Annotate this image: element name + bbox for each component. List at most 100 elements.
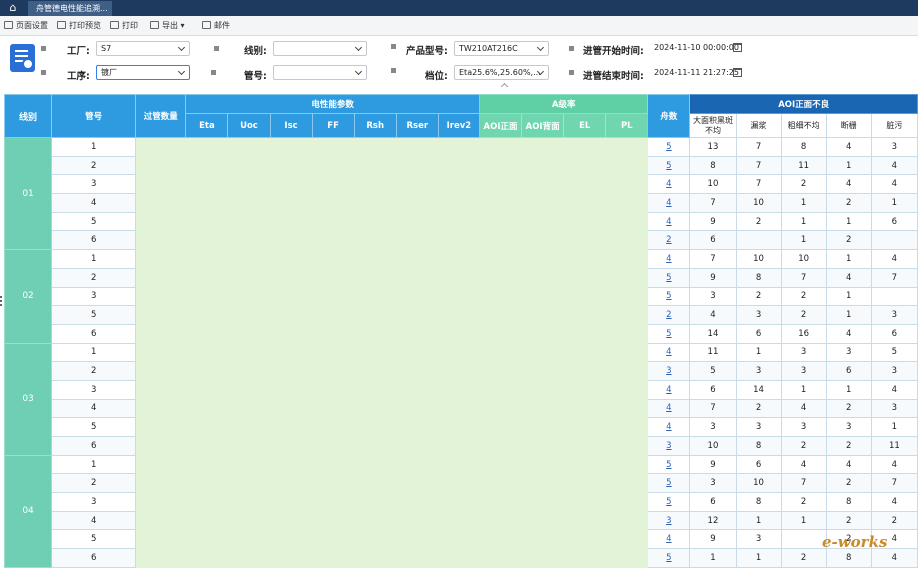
calendar-icon[interactable] — [733, 68, 742, 77]
boat-count-link[interactable]: 5 — [647, 323, 691, 344]
print-preview-button[interactable]: 打印预览 — [57, 16, 101, 36]
process-select[interactable]: 镀厂 — [96, 65, 190, 80]
tube-cell: 4 — [51, 398, 137, 419]
start-time-input[interactable]: 2024-11-10 00:00:00 — [654, 43, 739, 52]
boat-count-link[interactable]: 2 — [647, 305, 691, 325]
table-row[interactable]: 3 4 6 14 1 1 4 — [5, 379, 918, 400]
table-row[interactable]: 03 1 4 11 1 3 3 5 — [4, 342, 918, 456]
resize-handle[interactable] — [0, 296, 2, 306]
column-header-aoi[interactable]: 断栅 — [825, 113, 872, 138]
column-header-line[interactable]: 线别 — [4, 94, 53, 138]
mail-button[interactable]: 邮件 — [202, 16, 230, 36]
print-button[interactable]: 打印 — [110, 16, 138, 36]
blurred-value-cell — [269, 398, 313, 419]
table-row[interactable]: 04 1 5 9 6 4 4 4 — [4, 454, 918, 568]
table-row[interactable]: 2353363 — [5, 361, 918, 381]
boat-count-link[interactable]: 4 — [647, 529, 691, 550]
blurred-value-cell — [227, 323, 271, 344]
table-row[interactable]: 2598747 — [5, 267, 918, 288]
boat-count-link[interactable]: 3 — [647, 510, 691, 531]
boat-count-link[interactable]: 3 — [647, 436, 691, 456]
table-row[interactable]: 62612 — [5, 230, 918, 251]
table-row[interactable]: 5433331 — [5, 417, 918, 437]
blurred-value-cell — [353, 454, 397, 475]
table-row[interactable]: 2 5 8 7 11 1 4 — [5, 155, 918, 176]
blurred-value-cell — [395, 492, 439, 512]
column-header-boat-count[interactable]: 舟数 — [647, 94, 691, 138]
table-row[interactable]: 549324 — [5, 529, 918, 550]
blurred-value-cell — [353, 417, 397, 437]
home-icon[interactable]: ⌂ — [0, 0, 26, 16]
column-header-pass-count[interactable]: 过管数量 — [135, 94, 187, 138]
table-row[interactable]: 4 4 7 10 1 2 1 — [5, 193, 918, 213]
boat-count-link[interactable]: 4 — [647, 342, 691, 363]
tube-select[interactable] — [273, 65, 367, 80]
boat-count-link[interactable]: 5 — [647, 473, 691, 494]
page-setup-button[interactable]: 页面设置 — [4, 16, 48, 36]
column-header-electrical[interactable]: Irev2 — [437, 113, 480, 138]
tab-report[interactable]: 舟管德电性能追溯... — [28, 1, 112, 16]
table-row[interactable]: 4472423 — [5, 398, 918, 419]
table-row[interactable]: 6511284 — [5, 548, 918, 568]
column-header-electrical[interactable]: FF — [311, 113, 355, 138]
model-select[interactable]: TW210AT216C — [454, 41, 549, 56]
column-header-a-rate[interactable]: PL — [605, 113, 649, 138]
aoi-defect-cell: 2 — [825, 473, 872, 494]
aoi-defect-cell: 1 — [825, 249, 872, 269]
factory-select[interactable]: S7 — [96, 41, 190, 56]
table-row[interactable]: 01 1 5 13 7 8 4 3 — [4, 136, 918, 251]
column-header-a-rate[interactable]: AOI正面 — [478, 113, 523, 138]
table-row[interactable]: 6 3 10 8 2 2 11 — [5, 436, 918, 456]
boat-count-link[interactable]: 4 — [647, 417, 691, 437]
boat-count-link[interactable]: 2 — [647, 230, 691, 251]
mail-icon — [202, 21, 211, 29]
column-header-electrical[interactable]: Isc — [269, 113, 313, 138]
aoi-defect-cell: 14 — [689, 323, 737, 344]
aoi-defect-cell: 4 — [825, 267, 872, 288]
boat-count-link[interactable]: 5 — [647, 137, 691, 157]
end-time-input[interactable]: 2024-11-11 21:27:25 — [654, 68, 739, 77]
column-header-tube[interactable]: 管号 — [51, 94, 137, 138]
column-header-electrical[interactable]: Rser — [395, 113, 439, 138]
boat-count-link[interactable]: 5 — [647, 155, 691, 176]
boat-count-link[interactable]: 5 — [647, 492, 691, 512]
column-header-electrical[interactable]: Eta — [185, 113, 229, 138]
table-row[interactable]: 5243213 — [5, 305, 918, 325]
column-header-a-rate[interactable]: EL — [563, 113, 607, 138]
column-header-aoi[interactable]: 漏浆 — [735, 113, 782, 138]
column-header-a-rate[interactable]: AOI背面 — [521, 113, 565, 138]
table-row[interactable]: 353221 — [5, 286, 918, 307]
column-header-aoi[interactable]: 粗细不均 — [780, 113, 827, 138]
column-header-electrical[interactable]: Uoc — [227, 113, 271, 138]
aoi-defect-cell: 3 — [825, 417, 872, 437]
line-select[interactable] — [273, 41, 367, 56]
boat-count-link[interactable]: 4 — [647, 398, 691, 419]
table-row[interactable]: 02 1 4 7 10 10 1 4 — [4, 249, 918, 344]
table-row[interactable]: 4 3 12 1 1 2 2 — [5, 510, 918, 531]
column-header-aoi[interactable]: 大面积黑斑不均 — [689, 113, 737, 138]
blurred-value-cell — [605, 492, 649, 512]
boat-count-link[interactable]: 4 — [647, 174, 691, 195]
boat-count-link[interactable]: 4 — [647, 193, 691, 213]
table-row[interactable]: 5492116 — [5, 211, 918, 232]
boat-count-link[interactable]: 4 — [647, 249, 691, 269]
table-row[interactable]: 6 5 14 6 16 4 6 — [5, 323, 918, 344]
grade-select[interactable]: Eta25.6%,25.60%,... — [454, 65, 549, 80]
column-header-aoi[interactable]: 脏污 — [870, 113, 918, 138]
boat-count-link[interactable]: 5 — [647, 286, 691, 307]
boat-count-link[interactable]: 5 — [647, 548, 691, 568]
table-row[interactable]: 3568284 — [5, 492, 918, 512]
boat-count-link[interactable]: 4 — [647, 211, 691, 232]
table-row[interactable]: 2 5 3 10 7 2 7 — [5, 473, 918, 494]
boat-count-link[interactable]: 3 — [647, 361, 691, 381]
aoi-defect-cell: 10 — [689, 174, 737, 195]
boat-count-link[interactable]: 5 — [647, 267, 691, 288]
export-button[interactable]: 导出 ▾ — [150, 16, 185, 36]
boat-count-link[interactable]: 5 — [647, 454, 691, 475]
column-header-electrical[interactable]: Rsh — [353, 113, 397, 138]
start-time-label: 进管开始时间: — [583, 46, 644, 57]
boat-count-link[interactable]: 4 — [647, 379, 691, 400]
calendar-icon[interactable] — [733, 43, 742, 52]
blurred-value-cell — [478, 473, 523, 494]
table-row[interactable]: 3 4 10 7 2 4 4 — [5, 174, 918, 195]
